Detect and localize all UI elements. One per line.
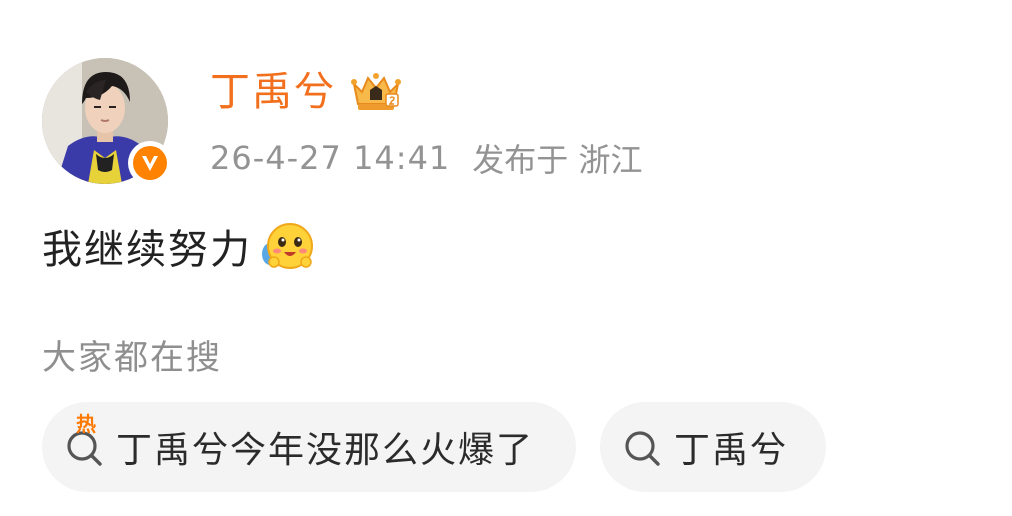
verified-badge-icon bbox=[128, 141, 172, 185]
search-chip-label: 丁禹兮 bbox=[674, 430, 789, 471]
post-content: 我继续努力 bbox=[42, 218, 316, 274]
post-text: 我继续努力 bbox=[42, 227, 252, 273]
search-chip[interactable]: 热 丁禹兮今年没那么火爆了 bbox=[42, 402, 576, 492]
post-timestamp: 26-4-27 14:41 bbox=[210, 139, 451, 177]
post-meta: 26-4-27 14:41 发布于 浙江 bbox=[210, 136, 642, 180]
username-row: 丁禹兮 bbox=[210, 66, 404, 118]
search-icon bbox=[622, 426, 664, 468]
hot-badge: 热 bbox=[76, 412, 96, 436]
search-icon: 热 bbox=[64, 414, 106, 468]
search-chip[interactable]: 丁禹兮 bbox=[600, 402, 826, 492]
username[interactable]: 丁禹兮 bbox=[210, 66, 336, 118]
search-chip-label: 丁禹兮今年没那么火爆了 bbox=[116, 430, 535, 471]
search-section-title: 大家都在搜 bbox=[42, 338, 222, 378]
weibo-post: 丁禹兮 26-4-27 14:41 发布于 浙江 我继续努力 大家都在搜 热 丁… bbox=[0, 0, 1012, 516]
post-location: 发布于 浙江 bbox=[472, 141, 643, 179]
emoji-smile-icon bbox=[262, 223, 313, 269]
crown-icon[interactable] bbox=[348, 70, 404, 114]
